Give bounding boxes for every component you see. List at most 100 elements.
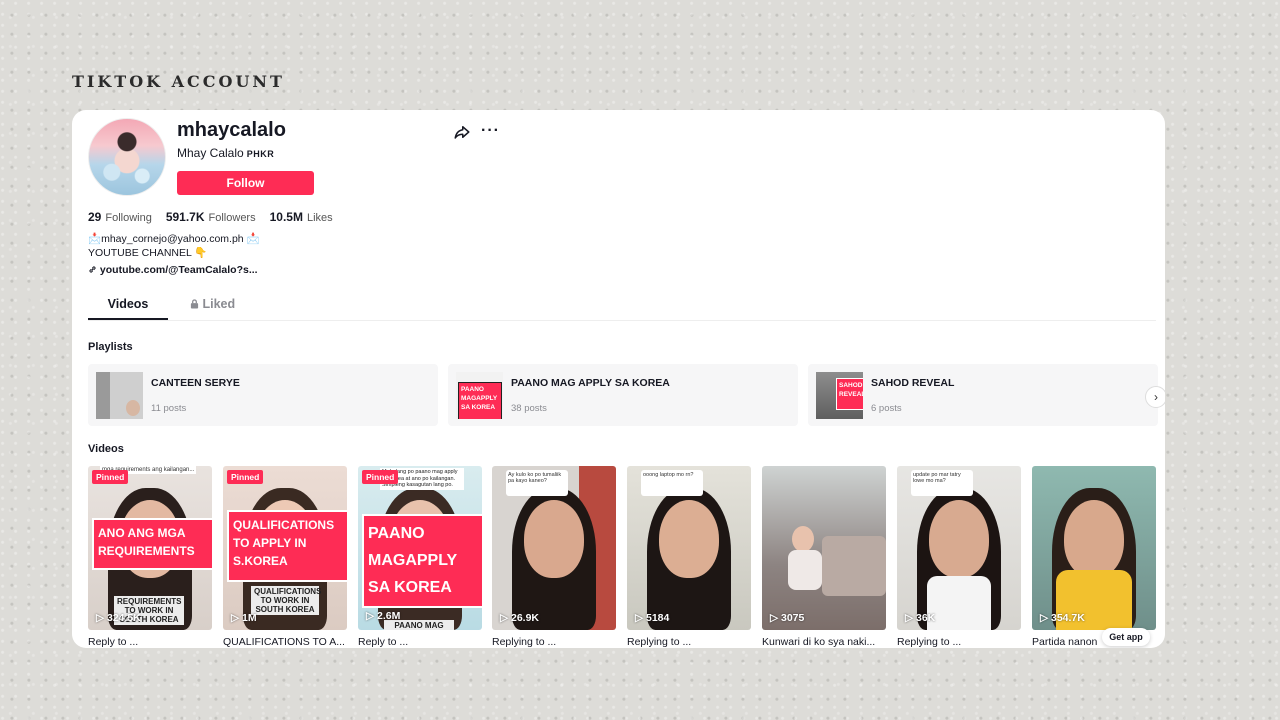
- bio-line-youtube: YOUTUBE CHANNEL 👇: [88, 247, 208, 259]
- video-background-shape: [822, 536, 886, 596]
- video-thumbnail: Pinned QUALIFICATIONS TO APPLY IN S.KORE…: [223, 466, 347, 630]
- avatar[interactable]: [88, 118, 166, 196]
- video-face: [524, 500, 584, 578]
- video-views: ▷ 3075: [770, 612, 805, 624]
- followers-label: Followers: [208, 212, 256, 224]
- video-views: ▷ 324.5K: [96, 612, 141, 624]
- video-item[interactable]: ▷ 354.7K Partida nanon: [1032, 466, 1156, 648]
- following-stat[interactable]: 29 Following: [88, 210, 152, 224]
- profile-tabs: Videos Liked: [88, 290, 1156, 321]
- video-views-count: 36K: [916, 612, 936, 624]
- playlist-thumbnail: [96, 372, 143, 419]
- video-figure: [788, 550, 822, 590]
- likes-stat: 10.5M Likes: [270, 210, 333, 224]
- video-views: ▷ 36K: [905, 612, 936, 624]
- tiktok-profile-card: mhaycalalo Mhay Calalo PHKR ··· Follow 29…: [72, 110, 1165, 648]
- playlist-card[interactable]: SAHOD REVEAL SAHOD REVEAL 6 posts: [808, 364, 1158, 426]
- video-views-count: 1M: [242, 612, 257, 624]
- playlists-heading: Playlists: [88, 341, 133, 353]
- playlist-thumb-text: PAANO MAGAPPLY SA KOREA: [458, 382, 502, 419]
- video-shirt: [927, 576, 991, 630]
- playlist-title: SAHOD REVEAL: [871, 377, 955, 389]
- playlists-next-button[interactable]: ›: [1145, 386, 1165, 408]
- region-label: PHKR: [246, 149, 275, 159]
- video-thumbnail: ooong laptop mo rn? ▷ 5184: [627, 466, 751, 630]
- playlist-card[interactable]: PAANO MAGAPPLY SA KOREA PAANO MAG APPLY …: [448, 364, 798, 426]
- reply-bubble: ooong laptop mo rn?: [641, 470, 703, 496]
- playlist-thumbnail: SAHOD REVEAL: [816, 372, 863, 419]
- video-views-count: 2.6M: [377, 610, 401, 622]
- video-item[interactable]: mga requirements ang kailangan... Pinned…: [88, 466, 212, 648]
- playlist-count: 11 posts: [151, 403, 187, 414]
- tab-liked-label: Liked: [202, 297, 236, 311]
- link-icon: [89, 266, 96, 273]
- video-caption[interactable]: Replying to ...: [897, 636, 1021, 648]
- playlist-title: CANTEEN SERYE: [151, 377, 240, 389]
- playlist-card[interactable]: CANTEEN SERYE 11 posts: [88, 364, 438, 426]
- video-item[interactable]: ooong laptop mo rn? ▷ 5184 Replying to .…: [627, 466, 751, 648]
- lock-icon: [190, 299, 199, 309]
- profile-link[interactable]: youtube.com/@TeamCalalo?s...: [88, 264, 258, 276]
- likes-label: Likes: [306, 212, 333, 224]
- video-item[interactable]: update po mar tatry lowe mo ma? ▷ 36K Re…: [897, 466, 1021, 648]
- video-sub-text: QUALIFICATIONS TO WORK IN SOUTH KOREA: [251, 586, 321, 615]
- more-options-icon[interactable]: ···: [481, 122, 500, 140]
- tab-videos[interactable]: Videos: [88, 290, 168, 320]
- reply-bubble: Ay kulo ko po tumaliik pa kayo kaneo?: [506, 470, 568, 496]
- video-thumbnail: Ay kulo ko po tumaliik pa kayo kaneo? ▷ …: [492, 466, 616, 630]
- following-count: 29: [88, 210, 102, 224]
- videos-grid: mga requirements ang kailangan... Pinned…: [88, 466, 1165, 648]
- video-thumbnail: mga requirements ang kailangan... Pinned…: [88, 466, 212, 630]
- share-icon[interactable]: [453, 123, 471, 141]
- playlist-count: 38 posts: [511, 403, 547, 414]
- video-thumbnail: Mabalang po paano mag apply sa Korea at …: [358, 466, 482, 630]
- video-caption[interactable]: Reply to ...: [358, 636, 482, 648]
- chevron-right-icon: ›: [1154, 390, 1158, 404]
- get-app-button[interactable]: Get app: [1102, 628, 1150, 646]
- video-item[interactable]: Mabalang po paano mag apply sa Korea at …: [358, 466, 482, 648]
- video-views: ▷ 2.6M: [366, 610, 401, 622]
- video-caption[interactable]: Replying to ...: [627, 636, 751, 648]
- video-views-count: 5184: [646, 612, 670, 624]
- video-views-count: 354.7K: [1051, 612, 1085, 624]
- profile-stats: 29 Following 591.7K Followers 10.5M Likes: [88, 210, 333, 224]
- video-views-count: 324.5K: [107, 612, 141, 624]
- video-caption[interactable]: Replying to ...: [492, 636, 616, 648]
- video-caption[interactable]: Kunwari di ko sya naki...: [762, 636, 886, 648]
- pinned-badge: Pinned: [362, 470, 399, 484]
- following-label: Following: [105, 212, 152, 224]
- videos-heading: Videos: [88, 443, 124, 455]
- video-item[interactable]: ▷ 3075 Kunwari di ko sya naki...: [762, 466, 886, 648]
- video-overlay-text: QUALIFICATIONS TO APPLY IN S.KOREA: [227, 510, 347, 582]
- nickname-text: Mhay Calalo: [177, 146, 244, 160]
- bio-line-email: 📩mhay_cornejo@yahoo.com.ph 📩: [88, 233, 260, 245]
- video-thumbnail: ▷ 354.7K: [1032, 466, 1156, 630]
- reply-bubble: update po mar tatry lowe mo ma?: [911, 470, 973, 496]
- profile-username: mhaycalalo: [177, 119, 286, 141]
- playlist-count: 6 posts: [871, 403, 902, 414]
- video-thumbnail: update po mar tatry lowe mo ma? ▷ 36K: [897, 466, 1021, 630]
- video-caption[interactable]: QUALIFICATIONS TO A...: [223, 636, 347, 648]
- profile-bio: 📩mhay_cornejo@yahoo.com.ph 📩 YOUTUBE CHA…: [88, 232, 260, 260]
- pinned-badge: Pinned: [92, 470, 129, 484]
- playlists-row: CANTEEN SERYE 11 posts PAANO MAGAPPLY SA…: [88, 364, 1165, 426]
- video-face: [1064, 500, 1124, 578]
- video-views-count: 26.9K: [511, 612, 540, 624]
- playlist-thumb-text: SAHOD REVEAL: [836, 378, 863, 410]
- followers-stat[interactable]: 591.7K Followers: [166, 210, 256, 224]
- profile-nickname: Mhay Calalo PHKR: [177, 146, 274, 160]
- video-overlay-text: ANO ANG MGA REQUIREMENTS: [92, 518, 212, 570]
- tab-liked[interactable]: Liked: [190, 290, 235, 318]
- video-caption[interactable]: Reply to ...: [88, 636, 212, 648]
- slide-title: TIKTOK ACCOUNT: [72, 72, 285, 91]
- video-views: ▷ 5184: [635, 612, 670, 624]
- video-views: ▷ 26.9K: [500, 612, 540, 624]
- video-face: [792, 526, 814, 552]
- follow-button[interactable]: Follow: [177, 171, 314, 195]
- video-item[interactable]: Pinned QUALIFICATIONS TO APPLY IN S.KORE…: [223, 466, 347, 648]
- video-views-count: 3075: [781, 612, 805, 624]
- video-item[interactable]: Ay kulo ko po tumaliik pa kayo kaneo? ▷ …: [492, 466, 616, 648]
- video-face: [659, 500, 719, 578]
- video-views: ▷ 354.7K: [1040, 612, 1085, 624]
- video-thumbnail: ▷ 3075: [762, 466, 886, 630]
